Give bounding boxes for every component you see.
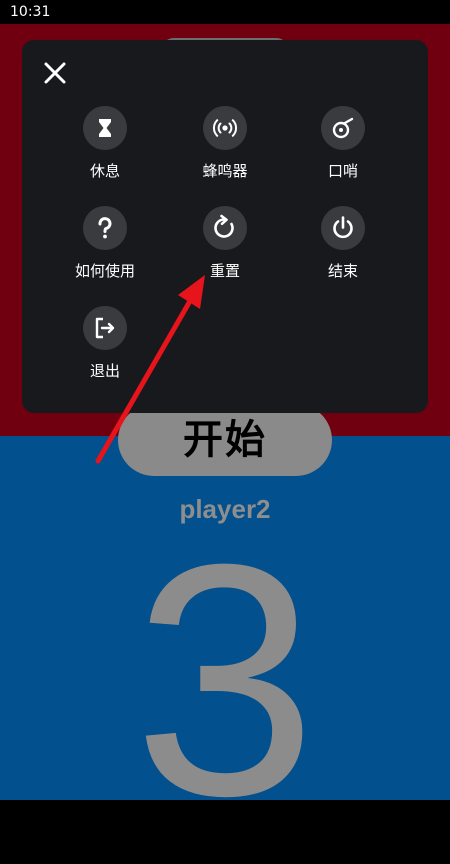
menu-item-label: 休息: [89, 162, 120, 180]
question-icon: [98, 217, 112, 239]
hourglass-icon: [99, 119, 111, 137]
power-icon: [333, 216, 353, 239]
close-icon: [44, 62, 66, 84]
menu-item-label: 重置: [209, 262, 240, 280]
menu-item-exit[interactable]: 退出: [50, 306, 160, 381]
menu-item-buzzer[interactable]: 蜂鸣器: [170, 106, 280, 181]
menu-item-label: 口哨: [327, 162, 358, 180]
menu-item-how-to-use[interactable]: 如何使用: [50, 206, 160, 281]
menu-item-label: 如何使用: [74, 262, 135, 280]
status-bar: 10:31: [0, 0, 450, 24]
menu-item-reset[interactable]: 重置: [170, 206, 280, 281]
menu-item-label: 结束: [327, 262, 358, 280]
start-button[interactable]: 开始: [118, 404, 332, 476]
close-button[interactable]: [40, 58, 70, 88]
status-time: 10:31: [10, 4, 51, 20]
menu-item-rest[interactable]: 休息: [50, 106, 160, 181]
menu-panel: 休息 蜂鸣器 口哨 如何使用 重置 结束 退出: [22, 40, 428, 413]
menu-item-whistle[interactable]: 口哨: [288, 106, 398, 181]
score-counter[interactable]: 3: [0, 515, 450, 845]
menu-item-label: 蜂鸣器: [202, 162, 248, 180]
whistle-icon: [332, 117, 354, 139]
menu-item-end[interactable]: 结束: [288, 206, 398, 281]
menu-item-label: 退出: [89, 362, 120, 380]
broadcast-icon: [213, 119, 237, 137]
logout-icon: [95, 317, 115, 339]
refresh-icon: [214, 214, 234, 238]
